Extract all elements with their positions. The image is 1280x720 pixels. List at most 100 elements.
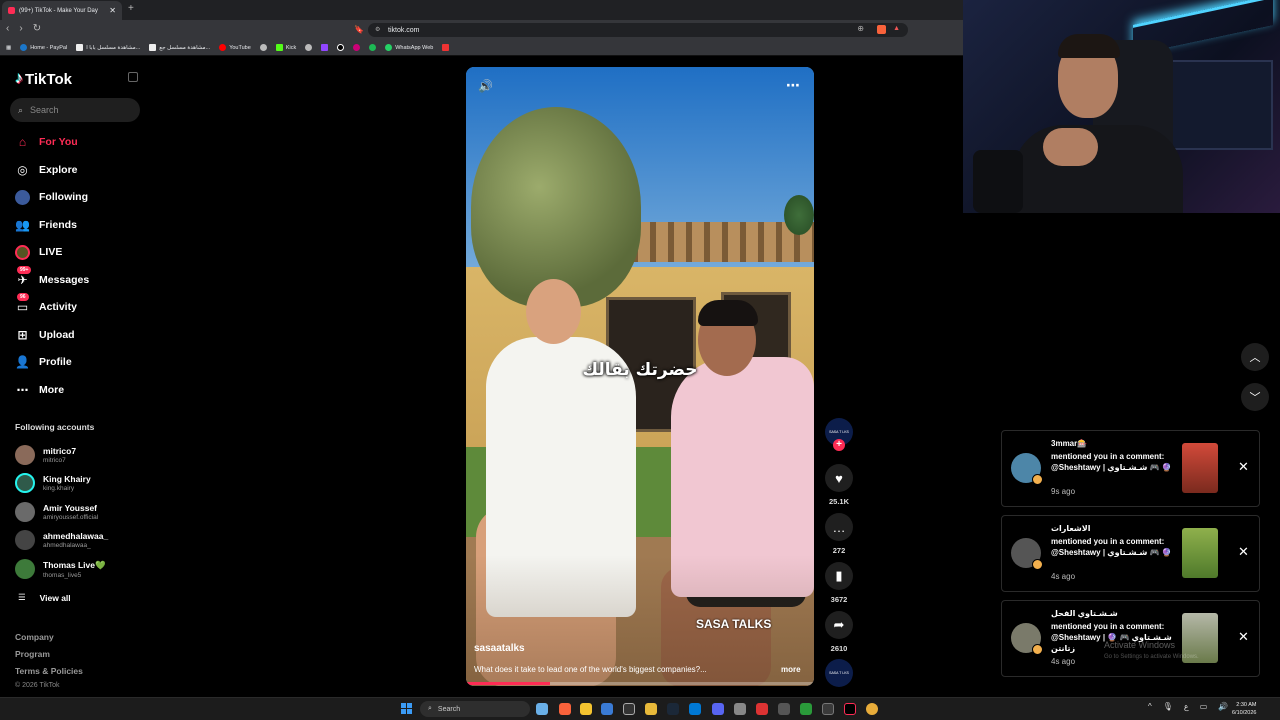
notification-card[interactable]: 3mmar🎰 mentioned you in a comment: @Shes…	[1001, 430, 1260, 507]
bookmark-twitch[interactable]	[321, 44, 329, 51]
taskbar-search[interactable]: ⌕ Search	[420, 701, 530, 717]
brave-shield-icon[interactable]	[877, 25, 886, 34]
bookmark-b[interactable]	[353, 44, 361, 51]
nav-label: Activity	[39, 301, 77, 313]
comment-action[interactable]: … 272	[823, 513, 855, 555]
footer-company[interactable]: Company	[15, 632, 54, 642]
share-action[interactable]: ➦ 2610	[823, 611, 855, 653]
bookmark-kick[interactable]: Kick	[275, 44, 296, 51]
file-explorer-icon[interactable]	[580, 703, 592, 715]
nav-live[interactable]: LIVE	[15, 241, 62, 263]
share-icon[interactable]: ➦	[825, 611, 853, 639]
volume-icon[interactable]: 🔊	[478, 79, 493, 93]
volume-icon[interactable]: 🔊	[1218, 702, 1228, 711]
app-icon[interactable]	[822, 703, 834, 715]
reload-icon[interactable]: ↻	[33, 23, 41, 34]
heart-icon[interactable]: ♥	[825, 464, 853, 492]
close-icon[interactable]: ✕	[1238, 544, 1249, 560]
close-icon[interactable]: ✕	[1238, 459, 1249, 475]
video-progress-bar[interactable]	[466, 682, 814, 685]
more-options-icon[interactable]: ⋯	[786, 77, 800, 94]
app-icon[interactable]	[800, 703, 812, 715]
language-icon[interactable]: ع	[1184, 702, 1189, 711]
collapse-sidebar-button[interactable]	[128, 72, 138, 82]
apps-icon[interactable]: ▦	[6, 45, 11, 51]
back-icon[interactable]: ‹	[6, 23, 9, 34]
url-input[interactable]: ⚙ tiktok.com ⊕ ▲	[368, 23, 908, 37]
close-icon[interactable]: ✕	[1238, 629, 1249, 645]
zoom-icon[interactable]: ⊕	[857, 24, 864, 33]
network-icon[interactable]: ▭	[1200, 702, 1208, 711]
mic-icon[interactable]: 🎙	[1163, 702, 1173, 711]
bookmark-chrome[interactable]	[259, 44, 267, 51]
previous-video-button[interactable]: ︿	[1241, 343, 1269, 371]
next-video-button[interactable]: ﹀	[1241, 383, 1269, 411]
bookmark-spotify[interactable]	[369, 44, 377, 51]
footer-terms[interactable]: Terms & Policies	[15, 666, 83, 676]
nav-activity[interactable]: ▭ 96 Activity	[15, 292, 77, 318]
music-disc-icon[interactable]: SASA T LKS	[825, 659, 853, 687]
following-account[interactable]: mitrico7 mitrico7	[15, 445, 76, 465]
site-info-icon[interactable]: ⚙	[375, 26, 380, 33]
video-player[interactable]: حضرتك بقالك SASA TALKS 🔊 ⋯ sasaatalks Wh…	[466, 67, 814, 686]
video-author[interactable]: sasaatalks	[474, 643, 525, 654]
browser-tab[interactable]: (99+) TikTok - Make Your Day ✕	[2, 1, 122, 20]
notification-card[interactable]: شـشـتاوي الفحل mentioned you in a commen…	[1001, 600, 1260, 677]
app-icon[interactable]	[756, 703, 768, 715]
nav-explore[interactable]: ◎ Explore	[15, 159, 77, 181]
view-all-button[interactable]: ☰ View all	[18, 592, 71, 603]
github-icon[interactable]	[623, 703, 635, 715]
following-account[interactable]: King Khairy king.khairy	[15, 473, 91, 493]
edge-icon[interactable]	[689, 703, 701, 715]
nav-profile[interactable]: 👤 Profile	[15, 351, 72, 373]
brave-icon[interactable]	[559, 703, 571, 715]
bookmark-youtube[interactable]: YouTube	[219, 44, 251, 51]
chrome-icon[interactable]	[866, 703, 878, 715]
copilot-icon[interactable]	[536, 703, 548, 715]
close-tab-icon[interactable]: ✕	[109, 6, 116, 15]
following-account[interactable]: Thomas Live💚 thomas_live5	[15, 559, 106, 579]
footer-program[interactable]: Program	[15, 649, 50, 659]
bookmark-tiktok[interactable]	[337, 44, 345, 51]
nav-following[interactable]: Following	[15, 186, 88, 208]
tiktok-icon[interactable]	[844, 703, 856, 715]
search-input[interactable]: ⌕ Search	[10, 98, 140, 122]
bookmark-paypal[interactable]: Home - PayPal	[20, 44, 67, 51]
bookmark-whatsapp[interactable]: WhatsApp Web	[385, 44, 433, 51]
nav-for-you[interactable]: ⌂ For You	[15, 131, 78, 153]
nav-upload[interactable]: ⊞ Upload	[15, 324, 74, 346]
calendar-icon[interactable]	[601, 703, 613, 715]
app-icon[interactable]	[645, 703, 657, 715]
steam-icon[interactable]	[667, 703, 679, 715]
bookmark-a[interactable]	[305, 44, 313, 51]
comment-icon[interactable]: …	[825, 513, 853, 541]
tiktok-logo[interactable]: ♪ TikTok	[15, 70, 72, 88]
app-icon[interactable]	[778, 703, 790, 715]
bookmark-series-2[interactable]: مشاهدة مسلسل جع...	[149, 44, 210, 51]
following-account[interactable]: Amir Youssef amiryoussef.official	[15, 502, 98, 522]
video-more-link[interactable]: more	[781, 665, 801, 674]
chevron-down-icon: ﹀	[1249, 392, 1261, 404]
discord-icon[interactable]	[712, 703, 724, 715]
bookmark-icon[interactable]: 🔖	[354, 25, 364, 34]
nav-label: Friends	[39, 219, 77, 231]
like-action[interactable]: ♥ 25.1K	[823, 464, 855, 506]
forward-icon[interactable]: ›	[19, 23, 22, 34]
follow-button[interactable]: +	[833, 439, 845, 451]
bookmark-c[interactable]	[442, 44, 450, 51]
notification-card[interactable]: الاشعارات mentioned you in a comment: @S…	[1001, 515, 1260, 592]
rewards-icon[interactable]: ▲	[893, 25, 900, 32]
windows-start-icon[interactable]	[401, 703, 412, 714]
chevron-up-icon[interactable]: ^	[1148, 702, 1152, 711]
nav-friends[interactable]: 👥 Friends	[15, 214, 77, 236]
clock[interactable]: 2:30 AM 6/10/2026	[1232, 701, 1256, 717]
following-account[interactable]: ahmedhalawaa_ ahmedhalawaa_	[15, 530, 108, 550]
nav-messages[interactable]: ✈ 99+ Messages	[15, 265, 89, 291]
nav-more[interactable]: ⋯ More	[15, 379, 65, 401]
new-tab-button[interactable]: +	[128, 3, 134, 14]
save-action[interactable]: ▮ 3672	[823, 562, 855, 604]
bookmark-icon[interactable]: ▮	[825, 562, 853, 590]
nav-label: LIVE	[39, 246, 63, 258]
app-icon[interactable]	[734, 703, 746, 715]
bookmark-series-1[interactable]: مشاهدة مسلسل بابا ا...	[76, 44, 140, 51]
